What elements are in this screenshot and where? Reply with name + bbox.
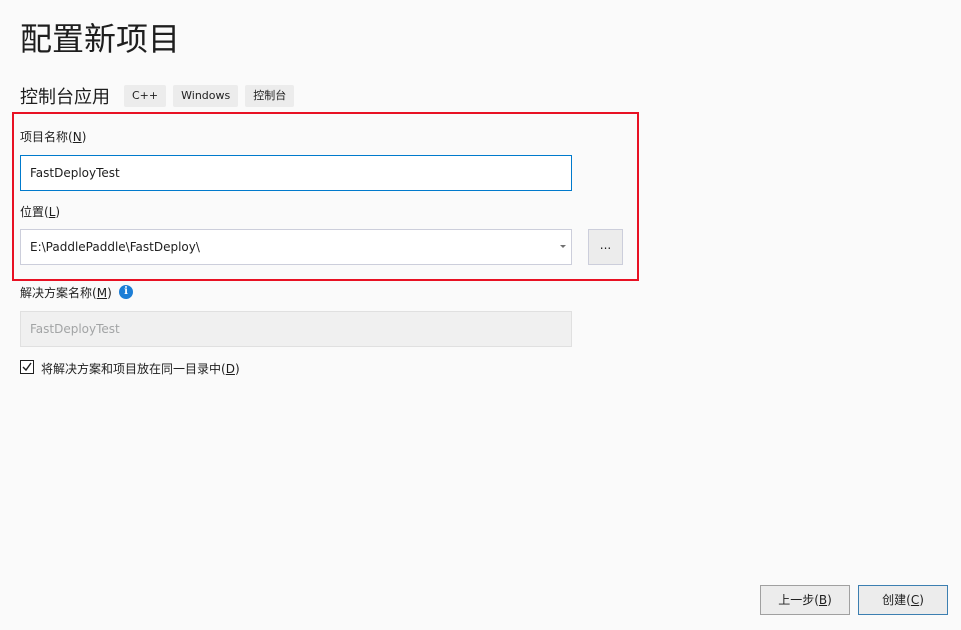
solution-name-label: 解决方案名称(M) <box>20 286 112 300</box>
tag-project-type: 控制台 <box>245 85 295 107</box>
template-name: 控制台应用 <box>20 87 110 108</box>
create-button[interactable]: 创建(C) <box>858 585 948 615</box>
same-directory-label[interactable]: 将解决方案和项目放在同一目录中(D) <box>41 361 240 377</box>
chevron-down-icon[interactable] <box>560 245 566 248</box>
tag-platform: Windows <box>173 85 239 107</box>
back-button[interactable]: 上一步(B) <box>760 585 850 615</box>
template-summary: 控制台应用 C++ Windows 控制台 <box>20 84 301 108</box>
solution-name-input: FastDeployTest <box>20 311 572 347</box>
tag-language: C++ <box>124 85 167 107</box>
browse-button[interactable]: ... <box>588 229 623 265</box>
location-label: 位置(L) <box>20 205 61 219</box>
project-name-input[interactable]: FastDeployTest <box>20 155 572 191</box>
location-value: E:\PaddlePaddle\FastDeploy\ <box>30 240 200 254</box>
location-combobox[interactable]: E:\PaddlePaddle\FastDeploy\ <box>20 229 572 265</box>
project-name-value: FastDeployTest <box>30 166 120 180</box>
same-directory-checkbox[interactable] <box>20 360 34 374</box>
checkmark-icon <box>22 362 32 372</box>
project-name-label: 项目名称(N) <box>20 130 87 144</box>
info-icon[interactable]: i <box>119 285 133 299</box>
page-title: 配置新项目 <box>20 20 181 58</box>
solution-name-value: FastDeployTest <box>30 322 120 336</box>
